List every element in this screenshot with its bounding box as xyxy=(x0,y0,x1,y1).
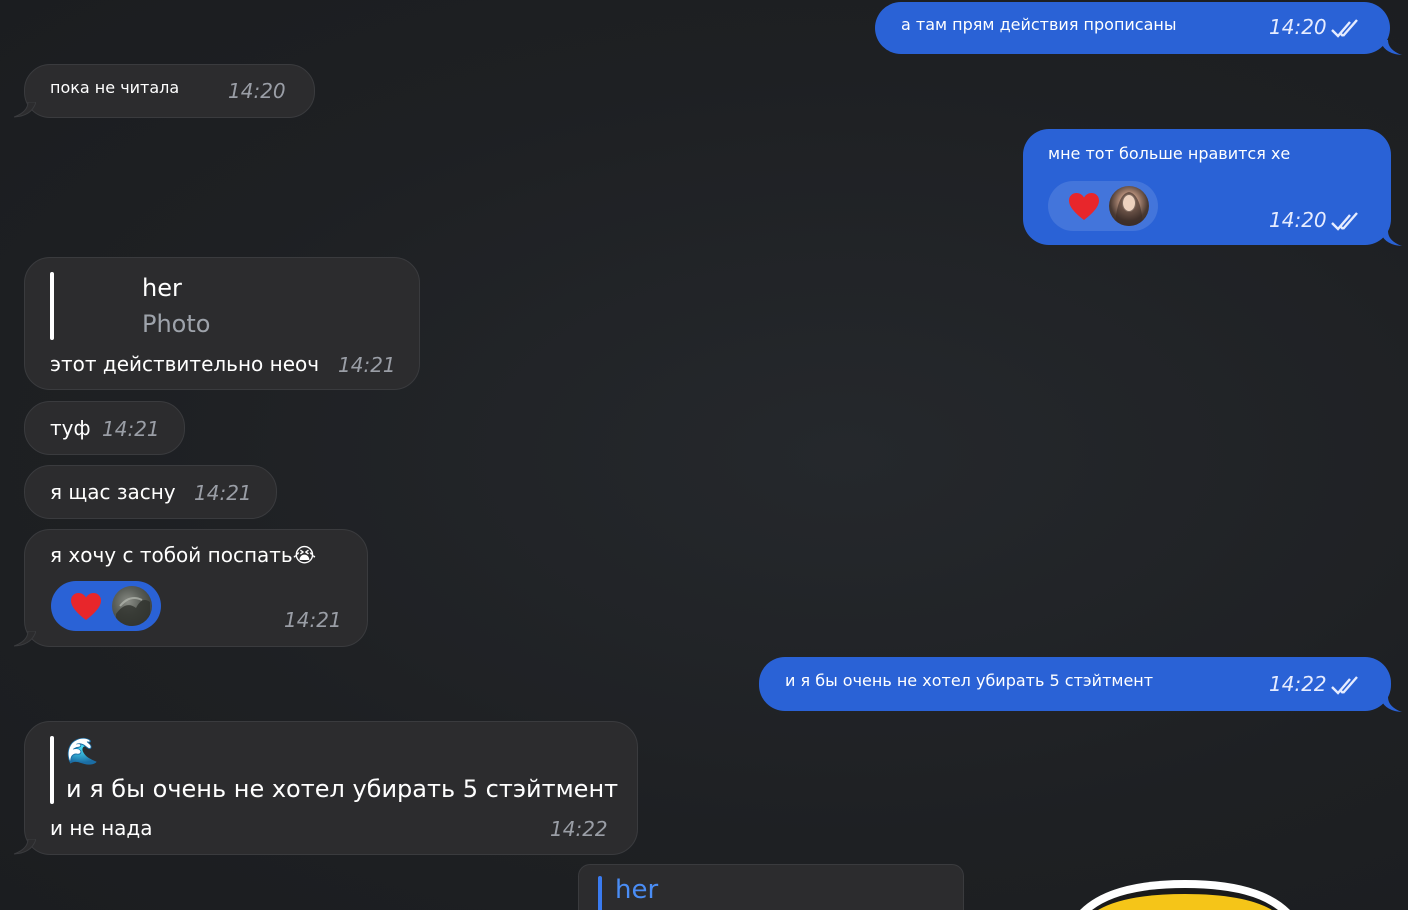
message-time: 14:22 xyxy=(1269,672,1327,696)
message-incoming[interactable]: я хочу с тобой поспать😭 14:21 xyxy=(14,529,370,649)
reply-bar xyxy=(598,876,602,910)
reply-sender: her xyxy=(615,875,659,905)
reply-sender-emoji: 🌊 xyxy=(66,737,99,767)
reply-sender: her xyxy=(142,274,182,302)
avatar xyxy=(112,586,152,626)
reply-preview: Photo xyxy=(142,310,211,338)
double-check-icon xyxy=(1331,676,1358,695)
message-time: 14:21 xyxy=(194,481,252,505)
message-outgoing[interactable]: и я бы очень не хотел убирать 5 стэйтмен… xyxy=(759,657,1408,715)
sticker[interactable] xyxy=(1070,876,1300,910)
bubble-tail xyxy=(1380,40,1402,55)
message-time: 14:20 xyxy=(1269,208,1327,232)
message-incoming-reply[interactable]: her Photo этот действительно неоч 14:21 xyxy=(24,257,422,392)
message-time: 14:22 xyxy=(550,817,608,841)
message-text: мне тот больше нравится хе xyxy=(1048,144,1291,163)
bubble-tail xyxy=(14,839,36,855)
bubble-tail xyxy=(1380,697,1402,712)
message-time: 14:21 xyxy=(338,353,396,377)
heart-icon xyxy=(1069,193,1099,220)
avatar xyxy=(1109,186,1149,226)
bubble-tail xyxy=(14,102,36,118)
bubble-tail xyxy=(1380,231,1402,246)
message-incoming[interactable]: я щас засну 14:21 xyxy=(24,465,278,520)
message-text: этот действительно неоч xyxy=(50,352,320,376)
message-text: а там прям действия прописаны xyxy=(901,15,1177,34)
message-text: туф xyxy=(50,416,91,440)
double-check-icon xyxy=(1331,19,1358,38)
message-text: я щас засну xyxy=(50,480,176,504)
reply-bar xyxy=(50,272,54,340)
message-incoming[interactable]: туф 14:21 xyxy=(24,401,186,456)
reaction-heart[interactable] xyxy=(51,581,161,631)
message-incoming[interactable]: пока не читала 14:20 xyxy=(14,64,316,120)
message-text: я хочу с тобой поспать😭 xyxy=(50,543,317,567)
message-time: 14:20 xyxy=(1269,15,1327,39)
message-outgoing[interactable]: мне тот больше нравится хе 14:20 xyxy=(1023,129,1408,249)
message-text: и не нада xyxy=(50,816,153,840)
heart-icon xyxy=(71,593,101,620)
chat-area: а там прям действия прописаны 14:20 пока… xyxy=(0,0,1408,910)
message-time: 14:21 xyxy=(284,608,342,632)
reaction-heart[interactable] xyxy=(1048,181,1158,231)
message-outgoing[interactable]: а там прям действия прописаны 14:20 xyxy=(875,2,1402,58)
message-incoming-reply[interactable]: 🌊 и я бы очень не хотел убирать 5 стэйтм… xyxy=(14,721,640,857)
message-time: 14:21 xyxy=(102,417,160,441)
reply-bar xyxy=(50,736,54,804)
reply-preview: и я бы очень не хотел убирать 5 стэйтмен… xyxy=(66,775,619,803)
double-check-icon xyxy=(1331,212,1358,231)
message-time: 14:20 xyxy=(228,79,286,103)
message-text: пока не читала xyxy=(50,78,180,97)
message-text: и я бы очень не хотел убирать 5 стэйтмен… xyxy=(785,671,1154,690)
bubble-tail xyxy=(14,631,36,647)
message-incoming-reply[interactable]: her xyxy=(578,864,964,910)
